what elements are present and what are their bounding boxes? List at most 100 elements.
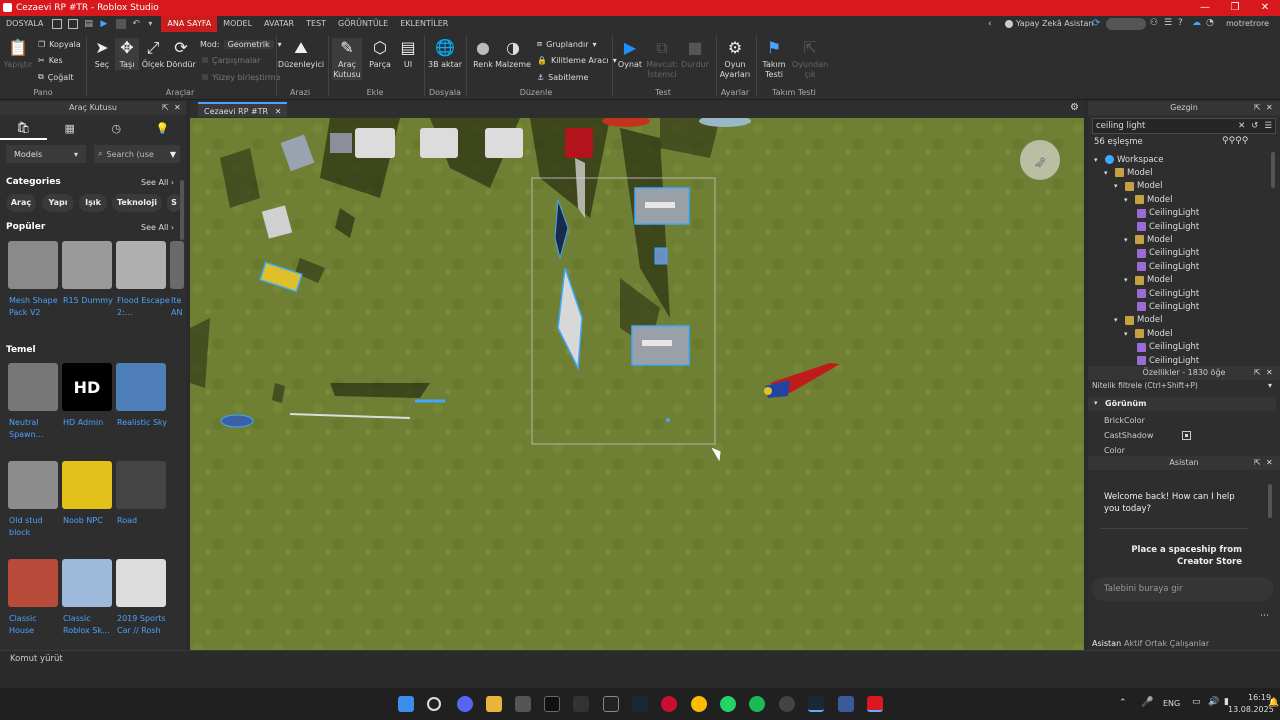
group-button[interactable]: ⧈ Gruplandır ▾	[537, 37, 597, 51]
assistant-scrollbar[interactable]	[1268, 484, 1272, 518]
share-icon[interactable]: ⚇	[1150, 18, 1158, 28]
castshadow-checkbox[interactable]: ▪	[1182, 431, 1191, 440]
asset-thumbnail[interactable]	[116, 363, 166, 411]
tab-avatar[interactable]: AVATAR	[258, 16, 300, 32]
close-icon[interactable]: ✕	[275, 107, 282, 116]
tree-item[interactable]: CeilingLight	[1134, 260, 1199, 273]
recent-tab-icon[interactable]: ◷	[93, 116, 140, 140]
toolbox-search-input[interactable]: ⌕ Search (use ▼	[94, 145, 180, 163]
asset-label[interactable]: Mesh Shape Pack V2	[9, 295, 63, 319]
tree-item[interactable]: ▾ Model	[1124, 274, 1173, 287]
anchor-button[interactable]: ⚓ Sabitleme	[537, 70, 588, 84]
categories-see-all-link[interactable]: See All ›	[141, 178, 174, 187]
chip-vehicle[interactable]: Araç	[6, 194, 36, 212]
asset-label[interactable]: Old stud block	[9, 515, 63, 539]
steam-icon[interactable]	[632, 696, 648, 712]
sync-icon[interactable]: ⟳	[1092, 18, 1100, 29]
color-button[interactable]: ● Renk	[470, 38, 496, 70]
open-file-icon[interactable]	[68, 19, 79, 29]
cloud-icon[interactable]: ☁	[1192, 18, 1201, 28]
discord-icon[interactable]	[457, 696, 473, 712]
volume-icon[interactable]: 🔊	[1208, 697, 1219, 707]
app-icon[interactable]	[661, 696, 677, 712]
gear-icon[interactable]: ⚙	[1070, 102, 1079, 113]
filter-icon[interactable]: ▼	[170, 150, 176, 159]
tree-item[interactable]: ▾ Model	[1124, 233, 1173, 246]
chip-building[interactable]: Yapı	[42, 194, 74, 212]
play-icon[interactable]: ▶	[100, 19, 110, 29]
asset-thumbnail[interactable]	[116, 241, 166, 289]
tree-item[interactable]: ▾ Model	[1114, 180, 1163, 193]
folder-icon[interactable]	[486, 696, 502, 712]
3d-viewport[interactable]: Top	[190, 118, 1084, 650]
stop-button[interactable]: ■ Durdur	[680, 38, 710, 70]
more-options-icon[interactable]: ⋯	[1260, 611, 1269, 621]
whatsapp-icon[interactable]	[720, 696, 736, 712]
scene-render[interactable]: Top	[190, 118, 1084, 650]
surface-join-toggle[interactable]: Yüzey birleştirme	[202, 70, 281, 84]
tree-item[interactable]: ▾ Model	[1104, 166, 1153, 179]
wattpad-icon[interactable]	[544, 696, 560, 712]
roblox-icon[interactable]	[838, 696, 854, 712]
category-select[interactable]: Models ▾	[6, 145, 86, 163]
maximize-button[interactable]: ❐	[1220, 0, 1250, 16]
asset-label[interactable]: Noob NPC	[63, 515, 117, 527]
command-input[interactable]: Komut yürüt	[10, 654, 63, 664]
chevron-down-icon[interactable]: ▾	[1268, 381, 1272, 390]
clear-icon[interactable]: ✕	[1238, 121, 1245, 131]
assistant-suggestion[interactable]: Place a spaceship from Creator Store	[1110, 544, 1242, 568]
close-icon[interactable]: ✕	[1266, 458, 1273, 467]
popout-icon[interactable]: ⇱	[1254, 103, 1261, 112]
popout-icon[interactable]: ⇱	[1254, 368, 1261, 377]
chevron-down-icon[interactable]: ▾	[1094, 156, 1102, 164]
stop-icon[interactable]	[116, 19, 127, 29]
import-3d-button[interactable]: 🌐 3B aktar	[428, 38, 462, 70]
tree-item[interactable]: ▾ Model	[1114, 314, 1163, 327]
tree-item[interactable]: ▾ Model	[1124, 193, 1173, 206]
network-icon[interactable]: ▭	[1192, 697, 1201, 707]
popout-icon[interactable]: ⇱	[1254, 458, 1261, 467]
marketplace-tab-icon[interactable]: 🛍	[0, 116, 47, 140]
tree-item[interactable]: ▾ Workspace	[1094, 153, 1163, 166]
tree-item[interactable]: CeilingLight	[1134, 220, 1199, 233]
select-tool-button[interactable]: ➤ Seç	[90, 38, 114, 70]
current-client-button[interactable]: ⧉ Mevcut: İstemci	[646, 38, 678, 80]
language-indicator[interactable]: ENG	[1163, 699, 1180, 708]
properties-filter-input[interactable]: Nitelik filtrele (Ctrl+Shift+P)	[1092, 381, 1198, 390]
explorer-search-input[interactable]: ceiling light ✕ ↺ ☰	[1092, 118, 1276, 134]
command-bar[interactable]: Komut yürüt	[0, 650, 1280, 668]
collisions-toggle[interactable]: Çarpışmalar	[202, 53, 260, 67]
ui-button[interactable]: ▤ UI	[396, 38, 420, 70]
document-tab[interactable]: Cezaevi RP #TR ✕	[198, 102, 288, 117]
chevron-down-icon[interactable]: ▾	[148, 19, 158, 29]
asset-thumbnail[interactable]: HD	[62, 363, 112, 411]
ai-assistant-button[interactable]: Yapay Zekâ Asistan	[1016, 19, 1093, 28]
asset-label[interactable]: Realistic Sky	[117, 417, 171, 429]
chip-technology[interactable]: Teknoloji	[112, 194, 162, 212]
close-button[interactable]: ✕	[1250, 0, 1280, 16]
property-castshadow[interactable]: CastShadow	[1104, 431, 1153, 440]
windows-start-icon[interactable]	[398, 696, 414, 712]
tab-home[interactable]: ANA SAYFA	[161, 16, 218, 32]
chip-light[interactable]: Işık	[79, 194, 107, 212]
tab-plugins[interactable]: EKLENTİLER	[394, 16, 454, 32]
asset-thumbnail[interactable]	[62, 559, 112, 607]
tab-active-collaborators[interactable]: Aktif Ortak Çalışanlar	[1124, 639, 1209, 648]
asset-label[interactable]: Classic Roblox Sk...	[63, 613, 117, 637]
filter-options-icons[interactable]: ⚲⚲⚲⚲	[1222, 136, 1248, 146]
app-icon[interactable]	[779, 696, 795, 712]
chrome-icon[interactable]	[691, 696, 707, 712]
toolbox-button[interactable]: ✎ Araç Kutusu	[332, 38, 362, 80]
copy-button[interactable]: ❐ Kopyala	[38, 37, 81, 51]
property-color[interactable]: Color	[1104, 446, 1125, 453]
asset-thumbnail[interactable]	[116, 461, 166, 509]
tab-view[interactable]: GÖRÜNTÜLE	[332, 16, 394, 32]
creations-tab-icon[interactable]: 💡	[140, 116, 187, 140]
lock-tool-button[interactable]: 🔒 Kilitleme Aracı ▾	[537, 53, 617, 67]
material-button[interactable]: ◑ Malzeme	[495, 38, 531, 70]
tab-model[interactable]: MODEL	[217, 16, 258, 32]
asset-thumbnail[interactable]	[8, 559, 58, 607]
new-file-icon[interactable]	[52, 19, 63, 29]
chevron-down-icon[interactable]: ▾	[1124, 276, 1132, 284]
mode-selector[interactable]: Mod: Geometrik ▾	[200, 37, 282, 51]
